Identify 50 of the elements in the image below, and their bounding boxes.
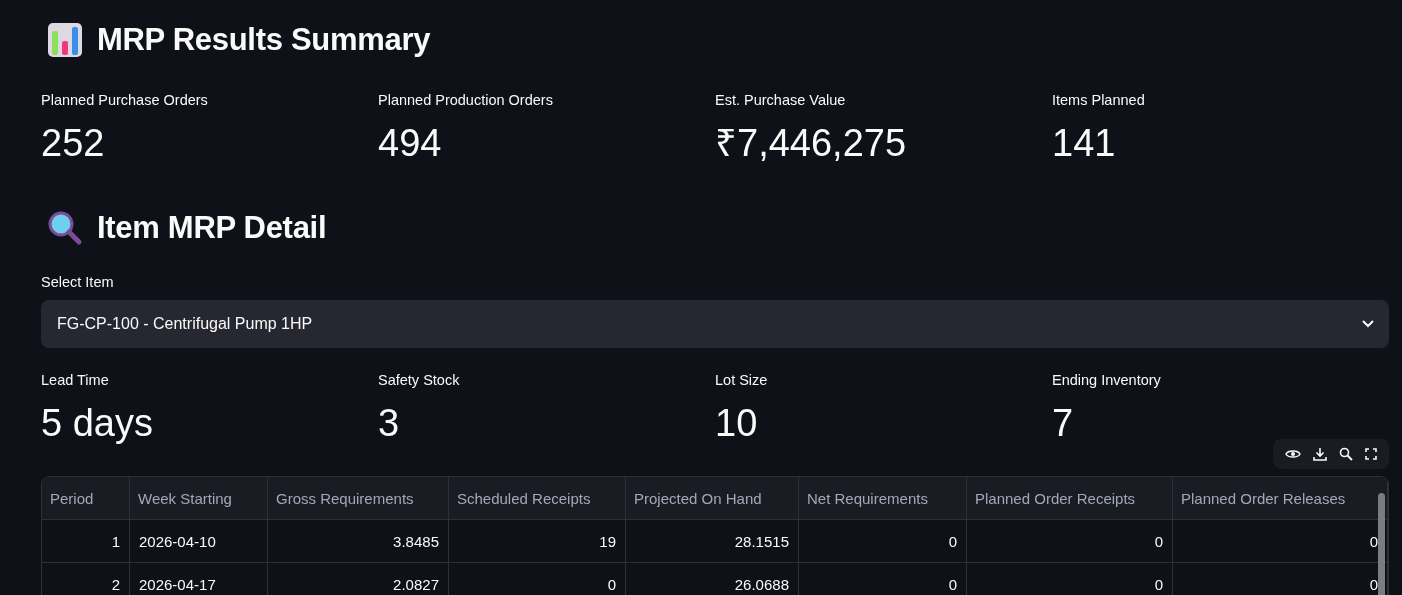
column-header[interactable]: Planned Order Receipts — [967, 477, 1173, 520]
bar-chart-icon — [47, 22, 83, 58]
column-header[interactable]: Planned Order Releases — [1173, 477, 1388, 520]
table-cell: 26.0688 — [626, 563, 799, 595]
column-header[interactable]: Projected On Hand — [626, 477, 799, 520]
table-cell: 2026-04-10 — [130, 520, 268, 563]
download-icon[interactable] — [1313, 447, 1327, 461]
table-cell: 0 — [967, 520, 1173, 563]
metric-label: Safety Stock — [378, 372, 461, 390]
column-header[interactable]: Period — [42, 477, 130, 520]
magnifier-icon — [47, 210, 83, 246]
metric-label: Est. Purchase Value — [715, 92, 847, 110]
table-cell: 0 — [967, 563, 1173, 595]
metric-value: 10 — [715, 401, 759, 446]
table-cell: 28.1515 — [626, 520, 799, 563]
table-cell: 2 — [42, 563, 130, 595]
metric-label: Planned Production Orders — [378, 92, 554, 110]
table-cell: 3.8485 — [268, 520, 449, 563]
column-header[interactable]: Gross Requirements — [268, 477, 449, 520]
metric-label: Items Planned — [1052, 92, 1146, 110]
column-header[interactable]: Week Starting — [130, 477, 268, 520]
metric-value: 494 — [378, 121, 443, 166]
eye-icon[interactable] — [1285, 448, 1301, 460]
search-icon[interactable] — [1339, 447, 1353, 461]
scrollbar[interactable] — [1378, 493, 1385, 595]
column-header[interactable]: Net Requirements — [799, 477, 967, 520]
chevron-down-icon — [1361, 319, 1375, 329]
fullscreen-icon[interactable] — [1365, 448, 1377, 460]
metric-label: Lead Time — [41, 372, 110, 390]
table-cell: 2.0827 — [268, 563, 449, 595]
metric-label: Ending Inventory — [1052, 372, 1162, 390]
table-cell: 0 — [449, 563, 626, 595]
table-cell: 19 — [449, 520, 626, 563]
section-title: MRP Results Summary — [97, 22, 431, 58]
metric-label: Planned Purchase Orders — [41, 92, 209, 110]
metric-value: 5 days — [41, 401, 154, 446]
metric-value: 252 — [41, 121, 106, 166]
metric-label: Lot Size — [715, 372, 769, 390]
table-cell: 2026-04-17 — [130, 563, 268, 595]
metric-value: 3 — [378, 401, 401, 446]
column-header[interactable]: Scheduled Receipts — [449, 477, 626, 520]
table-cell: 1 — [42, 520, 130, 563]
table-cell: 0 — [799, 563, 967, 595]
metric-value: ₹7,446,275 — [715, 121, 908, 166]
metric-value: 7 — [1052, 401, 1075, 446]
section-title: Item MRP Detail — [97, 210, 327, 246]
item-select[interactable]: FG-CP-100 - Centrifugal Pump 1HP — [41, 300, 1389, 348]
table-cell: 0 — [799, 520, 967, 563]
select-label: Select Item — [41, 274, 115, 290]
metric-value: 141 — [1052, 121, 1117, 166]
